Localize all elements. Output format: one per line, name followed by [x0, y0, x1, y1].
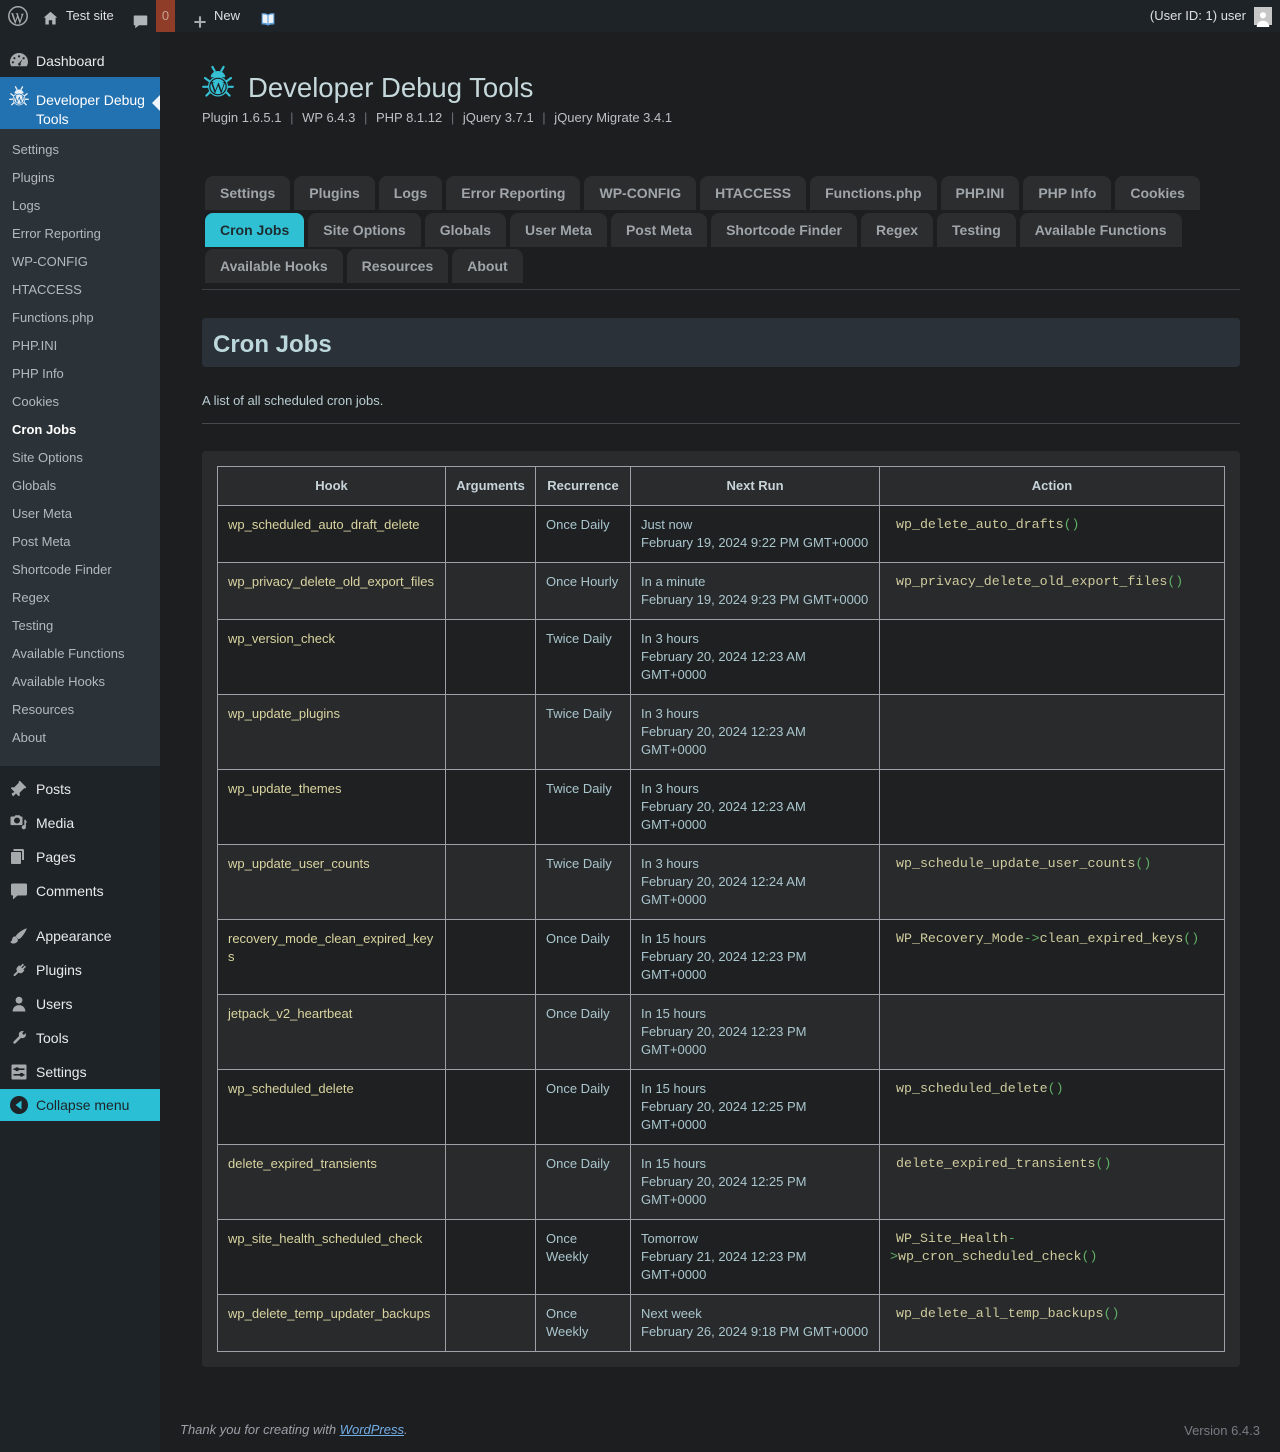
svg-text:W: W	[210, 78, 227, 97]
svg-text:W: W	[14, 95, 24, 106]
